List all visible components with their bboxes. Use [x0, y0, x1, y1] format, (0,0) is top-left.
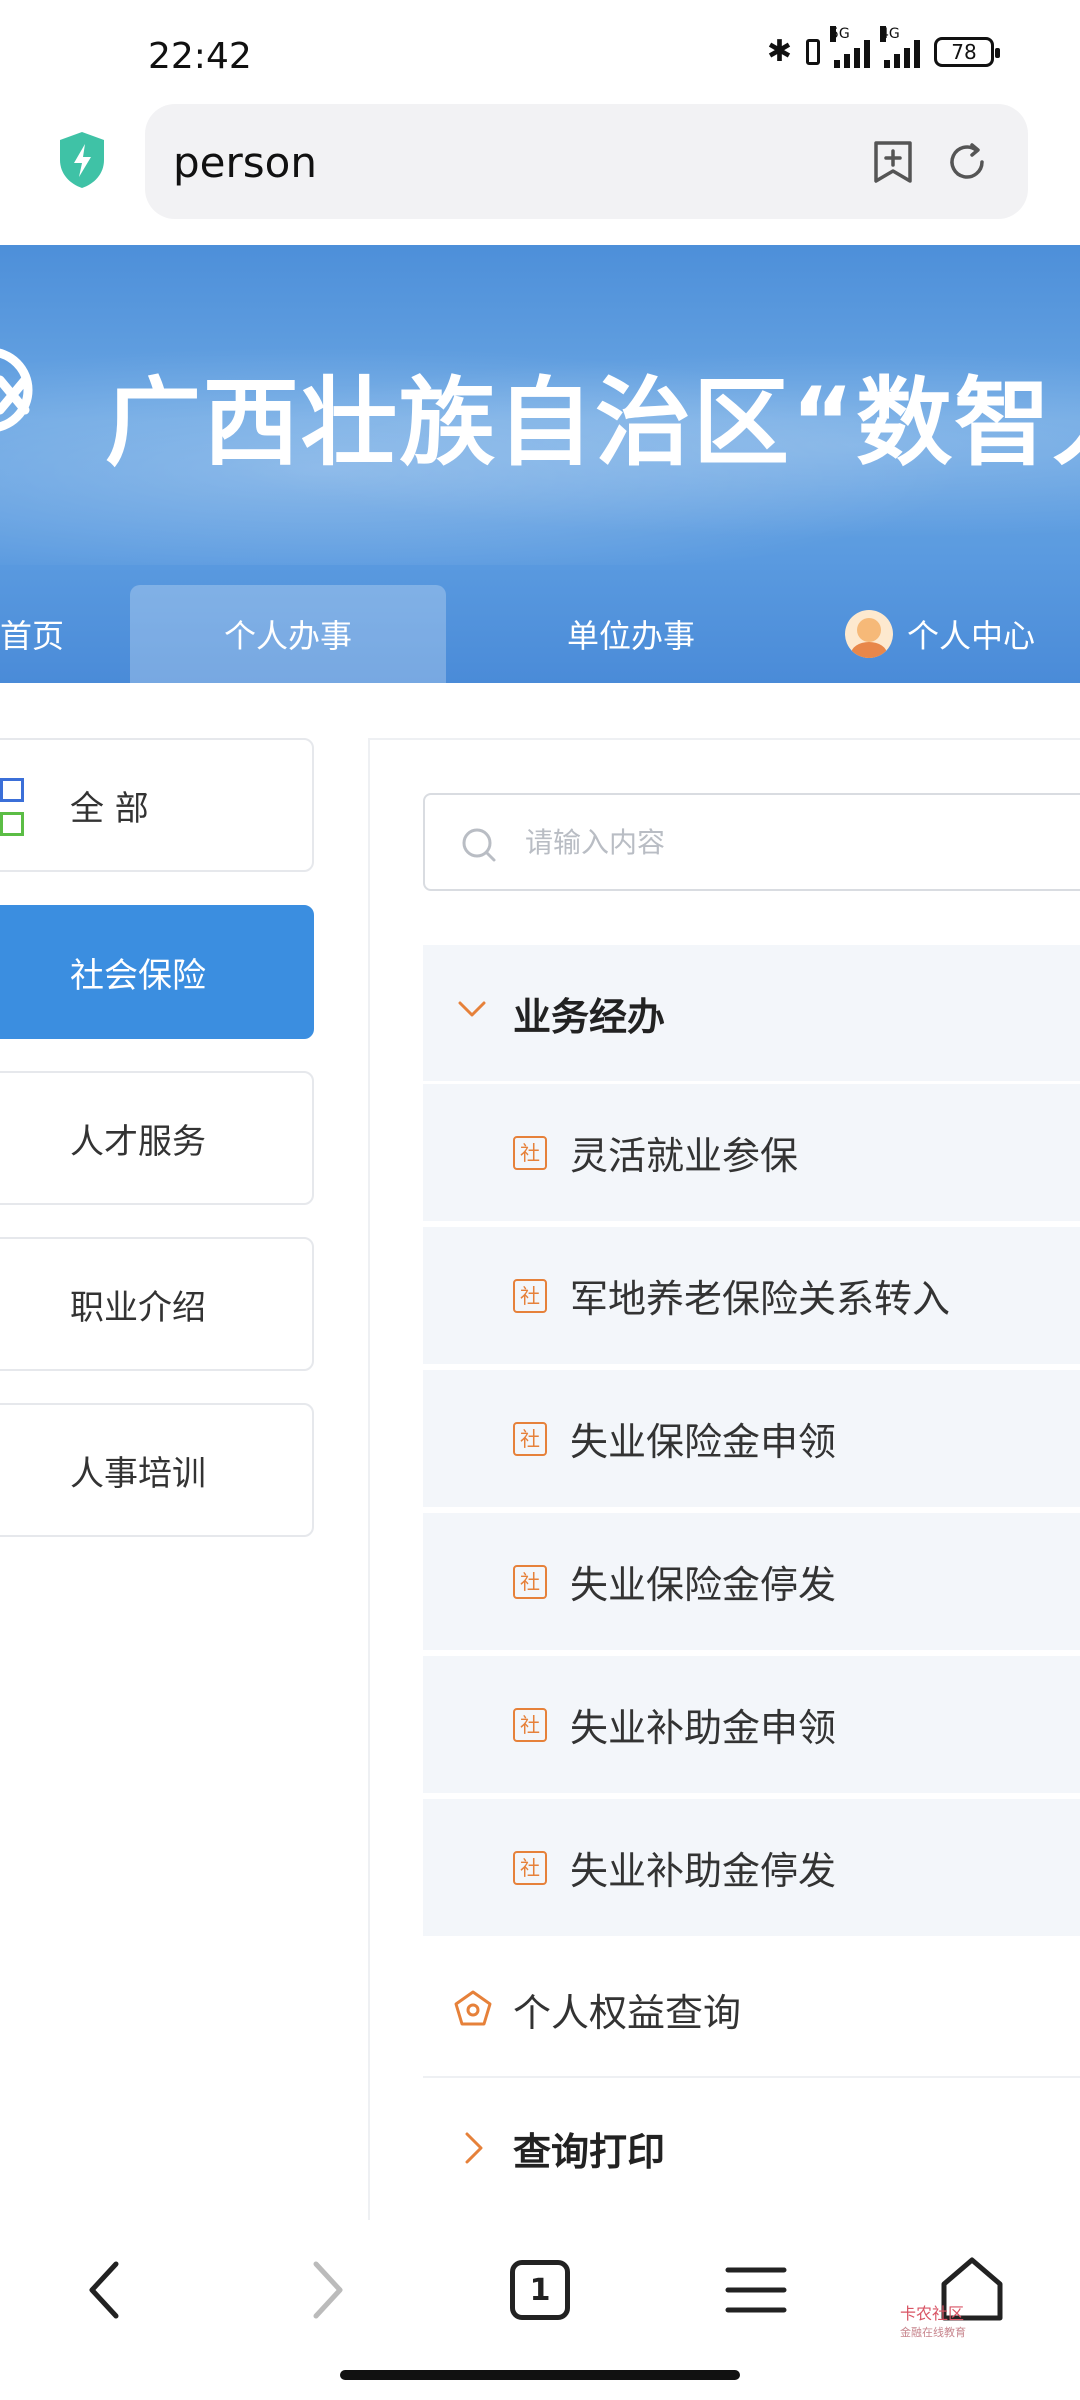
group-title: 业务经办	[513, 994, 666, 1039]
bluetooth-icon: ✱	[766, 34, 792, 69]
service-label: 失业补助金停发	[570, 1849, 837, 1893]
nav-home[interactable]: 首页	[0, 585, 70, 683]
battery-icon: 78	[934, 36, 1000, 67]
sidebar-item-job-referral[interactable]: 职业介绍	[0, 1237, 314, 1371]
sidebar-item-label: 全 部	[70, 788, 149, 829]
search-box[interactable]	[423, 793, 1080, 891]
reload-icon[interactable]	[942, 137, 992, 187]
service-item[interactable]: 社 失业保险金申领	[423, 1367, 1080, 1507]
social-badge-icon: 社	[513, 1421, 547, 1456]
search-icon	[462, 828, 496, 862]
social-badge-icon: 社	[513, 1850, 547, 1885]
nav-personal-center-label: 个人中心	[906, 617, 1035, 655]
nav-personal-affairs-label: 个人办事	[223, 617, 352, 655]
rights-query-row[interactable]: 个人权益查询	[423, 1942, 1080, 2078]
banner-title: 广西壮族自治区“数智人	[105, 367, 1080, 479]
social-badge-icon: 社	[513, 1707, 547, 1742]
watermark-sub: 金融在线教育	[900, 2326, 966, 2339]
forward-icon[interactable]	[284, 2250, 364, 2330]
social-badge-icon: 社	[513, 1135, 547, 1170]
service-item[interactable]: 社 失业补助金申领	[423, 1653, 1080, 1793]
chevron-right-icon	[465, 2132, 483, 2164]
sidebar-item-label: 职业介绍	[70, 1287, 206, 1328]
service-item[interactable]: 社 失业保险金停发	[423, 1510, 1080, 1650]
query-print-label: 查询打印	[513, 2129, 666, 2174]
sidebar-item-label: 社会保险	[70, 955, 206, 996]
tabs-icon: 1	[510, 2260, 570, 2320]
menu-icon[interactable]	[716, 2250, 796, 2330]
service-item[interactable]: 社 军地养老保险关系转入	[423, 1224, 1080, 1364]
nav-personal-affairs[interactable]: 个人办事	[130, 585, 446, 683]
home-indicator[interactable]	[340, 2370, 740, 2380]
status-icons: ✱ 5G 4G 78	[766, 25, 1000, 69]
watermark-text: 卡农社区	[900, 2304, 965, 2323]
service-label: 失业保险金停发	[570, 1563, 837, 1607]
avatar	[844, 610, 893, 658]
service-item[interactable]: 社 灵活就业参保	[423, 1081, 1080, 1221]
pentagon-icon	[454, 1990, 492, 2026]
tab-count: 1	[529, 2272, 551, 2308]
signal-4g-icon: 4G	[880, 25, 920, 68]
sidebar-item-social-insurance[interactable]: 社会保险	[0, 905, 314, 1039]
sidebar-item-label: 人事培训	[70, 1453, 206, 1494]
security-shield-icon[interactable]	[56, 130, 108, 190]
site-banner: 广西壮族自治区“数智人 首页 个人办事 单位办事 个人中心	[0, 245, 1080, 683]
service-label: 失业补助金申领	[570, 1706, 837, 1750]
add-bookmark-icon[interactable]	[868, 137, 918, 187]
sidebar-item-talent-services[interactable]: 人才服务	[0, 1071, 314, 1205]
search-input[interactable]	[525, 817, 1025, 867]
watermark: 卡农社区 金融在线教育	[900, 2300, 1020, 2340]
nav-unit-affairs[interactable]: 单位办事	[500, 585, 762, 683]
status-time: 22:42	[148, 36, 252, 77]
social-badge-icon: 社	[513, 1564, 547, 1599]
group-header-business[interactable]: 业务经办	[423, 945, 1080, 1081]
nav-home-label: 首页	[0, 617, 65, 655]
status-bar: 22:42 ✱ 5G 4G 78	[0, 0, 1080, 100]
back-icon[interactable]	[68, 2250, 148, 2330]
site-logo-icon	[0, 348, 33, 432]
main-nav: 首页 个人办事 单位办事 个人中心	[0, 585, 1080, 683]
chevron-down-icon	[458, 1001, 486, 1017]
grid-icon	[0, 778, 28, 840]
browser-address-bar: person	[0, 100, 1080, 245]
url-text[interactable]: person	[173, 138, 317, 187]
tabs-button[interactable]: 1	[500, 2250, 580, 2330]
vibrate-icon	[806, 38, 820, 65]
service-item[interactable]: 社 失业补助金停发	[423, 1796, 1080, 1936]
sidebar-item-hr-training[interactable]: 人事培训	[0, 1403, 314, 1537]
rights-query-label: 个人权益查询	[513, 1990, 742, 2035]
service-label: 灵活就业参保	[570, 1134, 799, 1178]
service-label: 失业保险金申领	[570, 1420, 837, 1464]
service-label: 军地养老保险关系转入	[570, 1277, 951, 1321]
signal-5g-icon: 5G	[830, 25, 870, 68]
battery-level: 78	[951, 39, 977, 64]
query-print-row[interactable]: 查询打印	[423, 2080, 1080, 2216]
sidebar-item-label: 人才服务	[70, 1121, 206, 1162]
content-panel-divider	[368, 738, 370, 2238]
url-field[interactable]: person	[145, 104, 1028, 219]
content-panel-border	[368, 738, 1080, 740]
nav-personal-center[interactable]: 个人中心	[820, 585, 1060, 683]
sidebar-item-all[interactable]: 全 部	[0, 738, 314, 872]
social-badge-icon: 社	[513, 1278, 547, 1313]
nav-unit-affairs-label: 单位办事	[566, 617, 695, 655]
